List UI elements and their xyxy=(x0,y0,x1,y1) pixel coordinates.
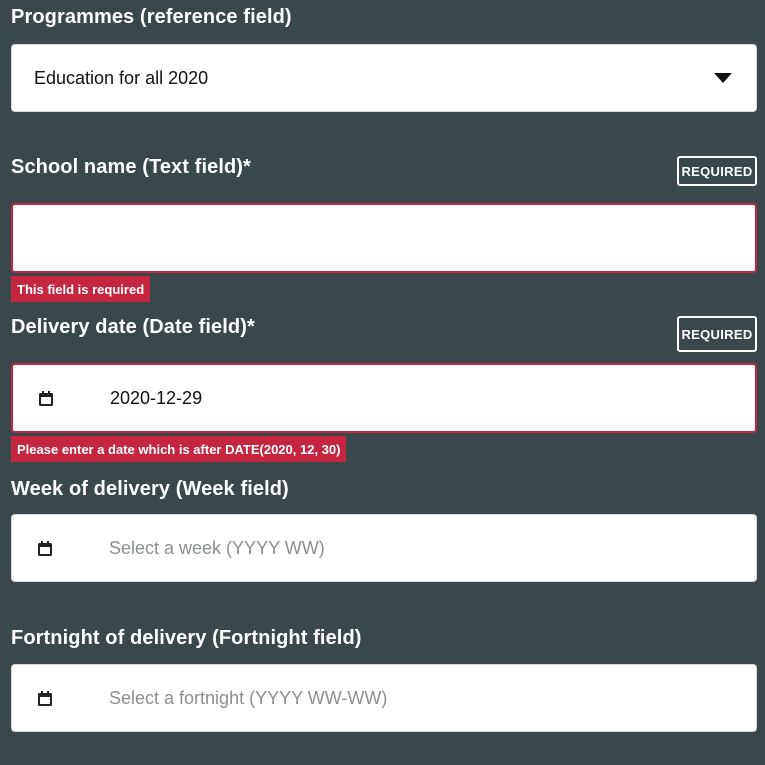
week-of-delivery-label: Week of delivery (Week field) xyxy=(11,478,289,500)
calendar-icon[interactable] xyxy=(37,540,53,556)
fortnight-of-delivery-input[interactable]: Select a fortnight (YYYY WW-WW) xyxy=(11,664,757,732)
programmes-select[interactable]: Education for all 2020 xyxy=(11,44,757,112)
fortnight-of-delivery-label: Fortnight of delivery (Fortnight field) xyxy=(11,627,362,649)
week-of-delivery-input[interactable]: Select a week (YYYY WW) xyxy=(11,514,757,582)
delivery-date-input[interactable]: 2020-12-29 xyxy=(11,363,757,433)
delivery-date-label: Delivery date (Date field)* xyxy=(11,316,255,338)
programmes-label: Programmes (reference field) xyxy=(11,6,292,28)
fortnight-of-delivery-placeholder: Select a fortnight (YYYY WW-WW) xyxy=(109,687,388,708)
delivery-date-value: 2020-12-29 xyxy=(110,387,203,408)
school-name-label: School name (Text field)* xyxy=(11,156,251,178)
required-badge: REQUIRED xyxy=(677,156,757,186)
week-of-delivery-placeholder: Select a week (YYYY WW) xyxy=(109,537,325,558)
school-name-error: This field is required xyxy=(11,276,151,302)
delivery-date-error: Please enter a date which is after DATE(… xyxy=(11,436,347,462)
school-name-input[interactable] xyxy=(11,203,757,273)
chevron-down-icon[interactable] xyxy=(714,73,732,83)
calendar-icon[interactable] xyxy=(37,690,53,706)
programmes-selected-value: Education for all 2020 xyxy=(34,67,209,88)
calendar-icon[interactable] xyxy=(38,390,54,406)
required-badge: REQUIRED xyxy=(677,316,757,352)
